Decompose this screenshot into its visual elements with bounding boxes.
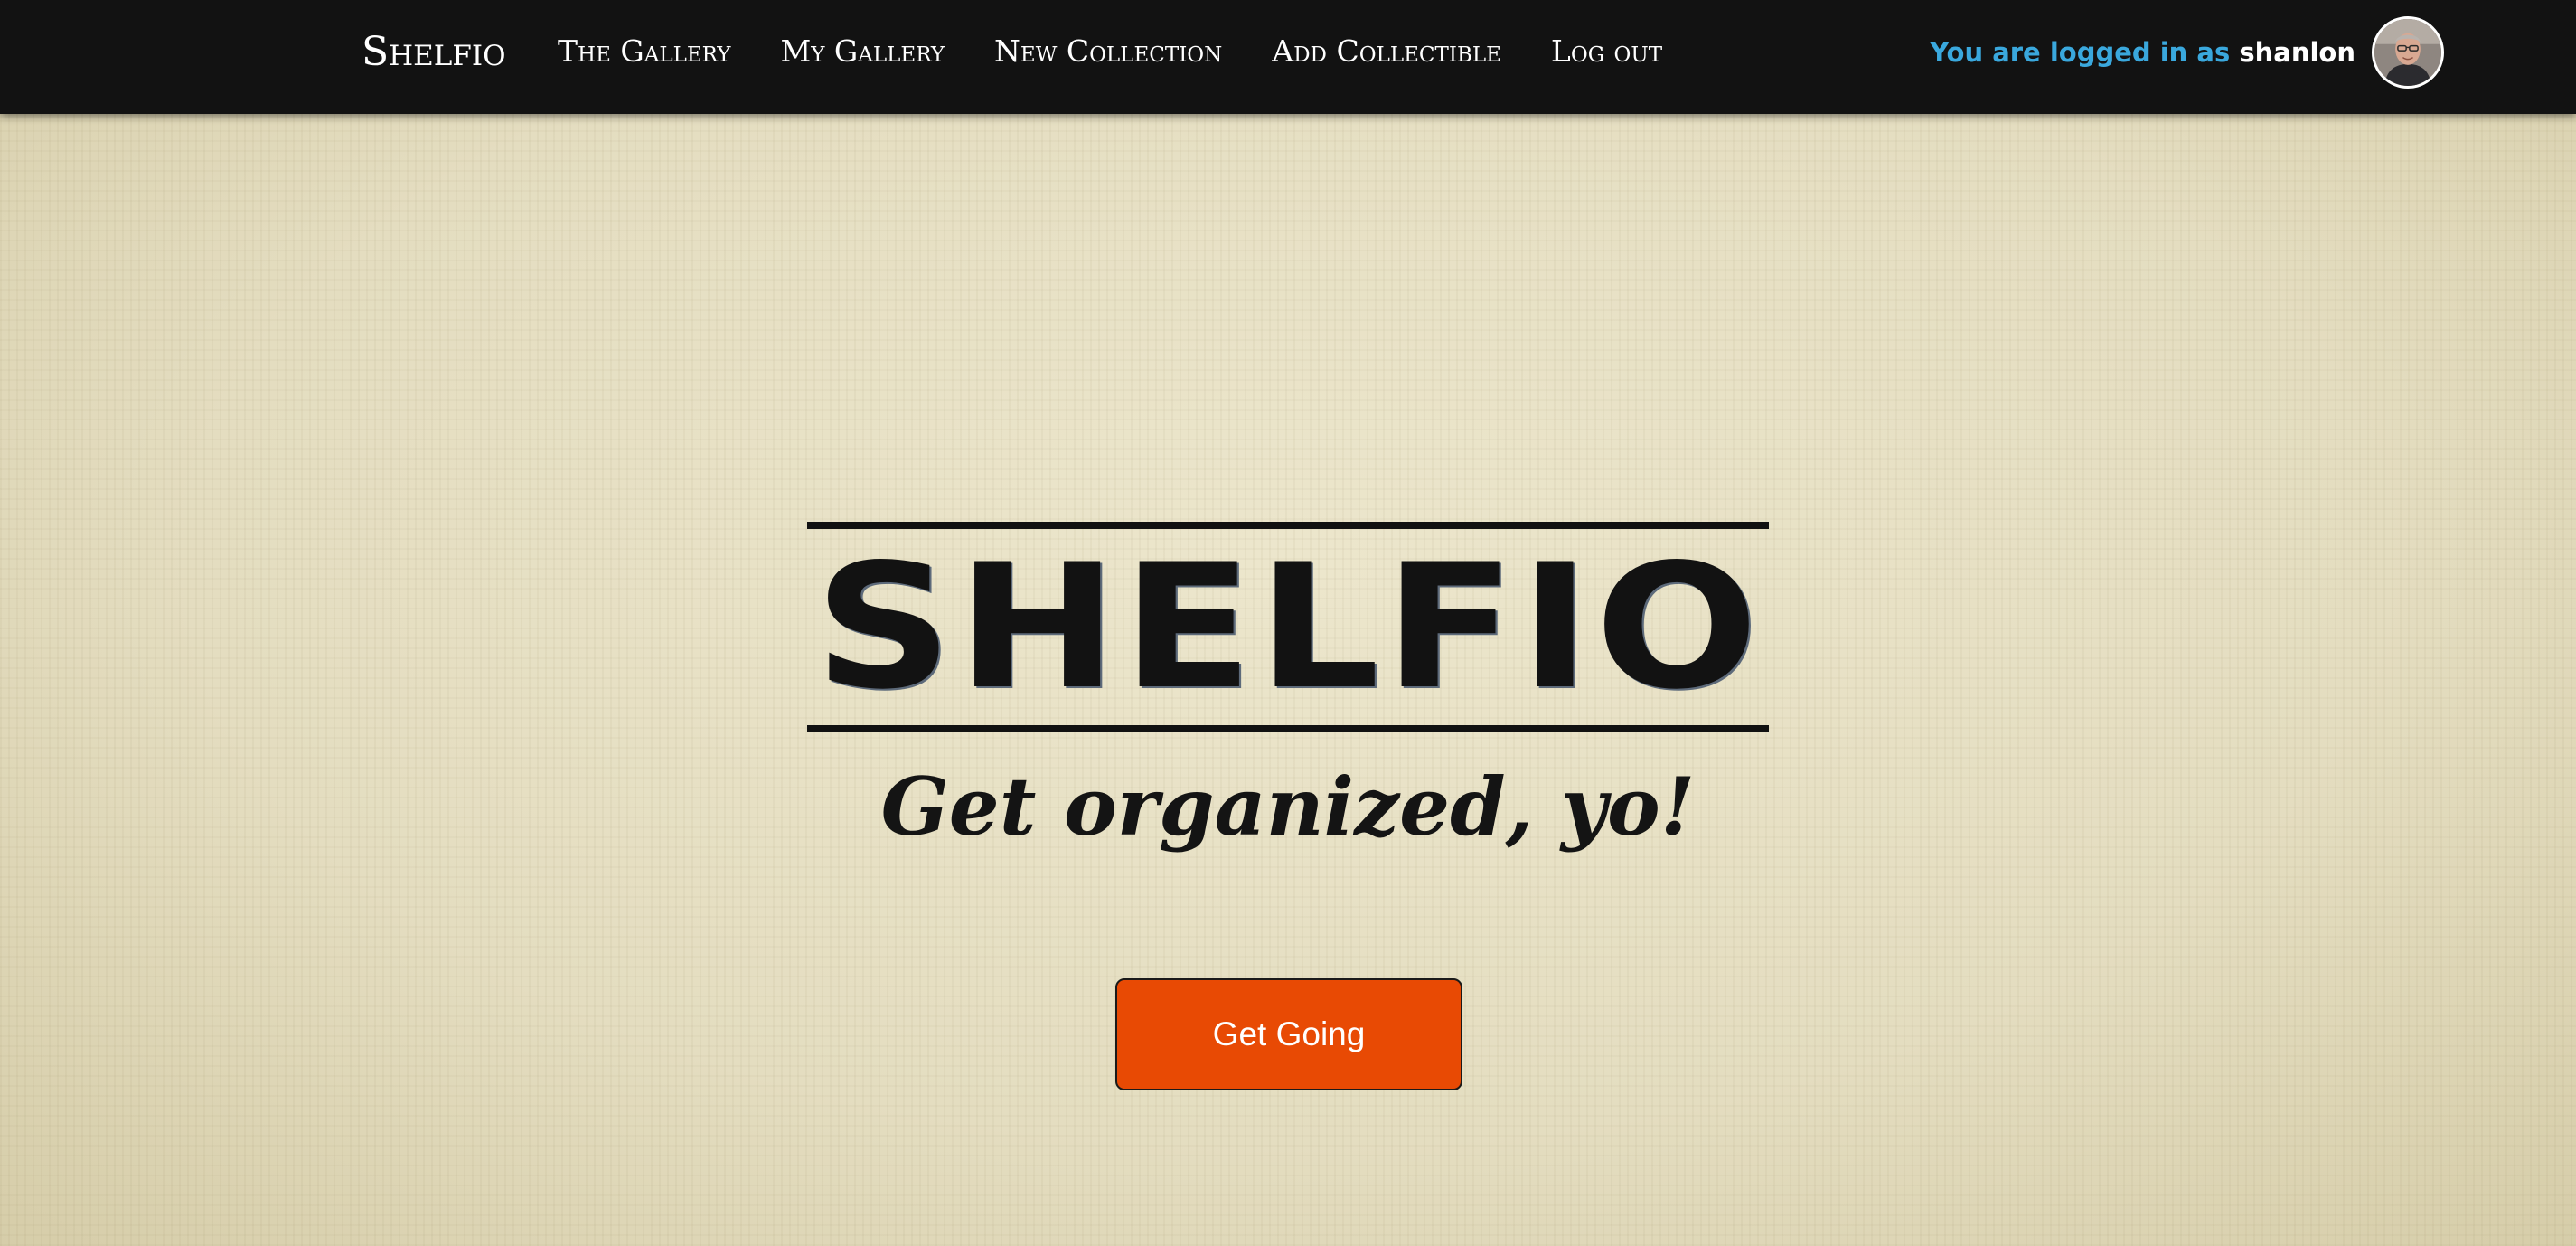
user-avatar-icon — [2374, 19, 2441, 86]
top-navbar: Shelfio The Gallery My Gallery New Colle… — [0, 0, 2576, 114]
avatar[interactable] — [2372, 16, 2444, 89]
nav-add-collectible[interactable]: Add Collectible — [1272, 33, 1501, 69]
nav-the-gallery[interactable]: The Gallery — [558, 33, 730, 69]
main-nav: The Gallery My Gallery New Collection Ad… — [558, 0, 1662, 101]
login-status-text: You are logged in as shanlon — [1930, 37, 2355, 68]
get-going-button[interactable]: Get Going — [1115, 978, 1462, 1090]
nav-log-out[interactable]: Log out — [1551, 33, 1662, 69]
user-status: You are logged in as shanlon — [1930, 0, 2444, 105]
hero-tagline: Get organized, yo! — [880, 760, 1696, 854]
hero-logo: SHELFIO — [807, 522, 1769, 732]
nav-new-collection[interactable]: New Collection — [994, 33, 1222, 69]
username: shanlon — [2239, 37, 2355, 68]
login-prefix: You are logged in as — [1930, 37, 2231, 68]
hero-title: SHELFIO — [813, 526, 1763, 727]
brand-link[interactable]: Shelfio — [362, 0, 506, 105]
nav-my-gallery[interactable]: My Gallery — [780, 33, 945, 69]
